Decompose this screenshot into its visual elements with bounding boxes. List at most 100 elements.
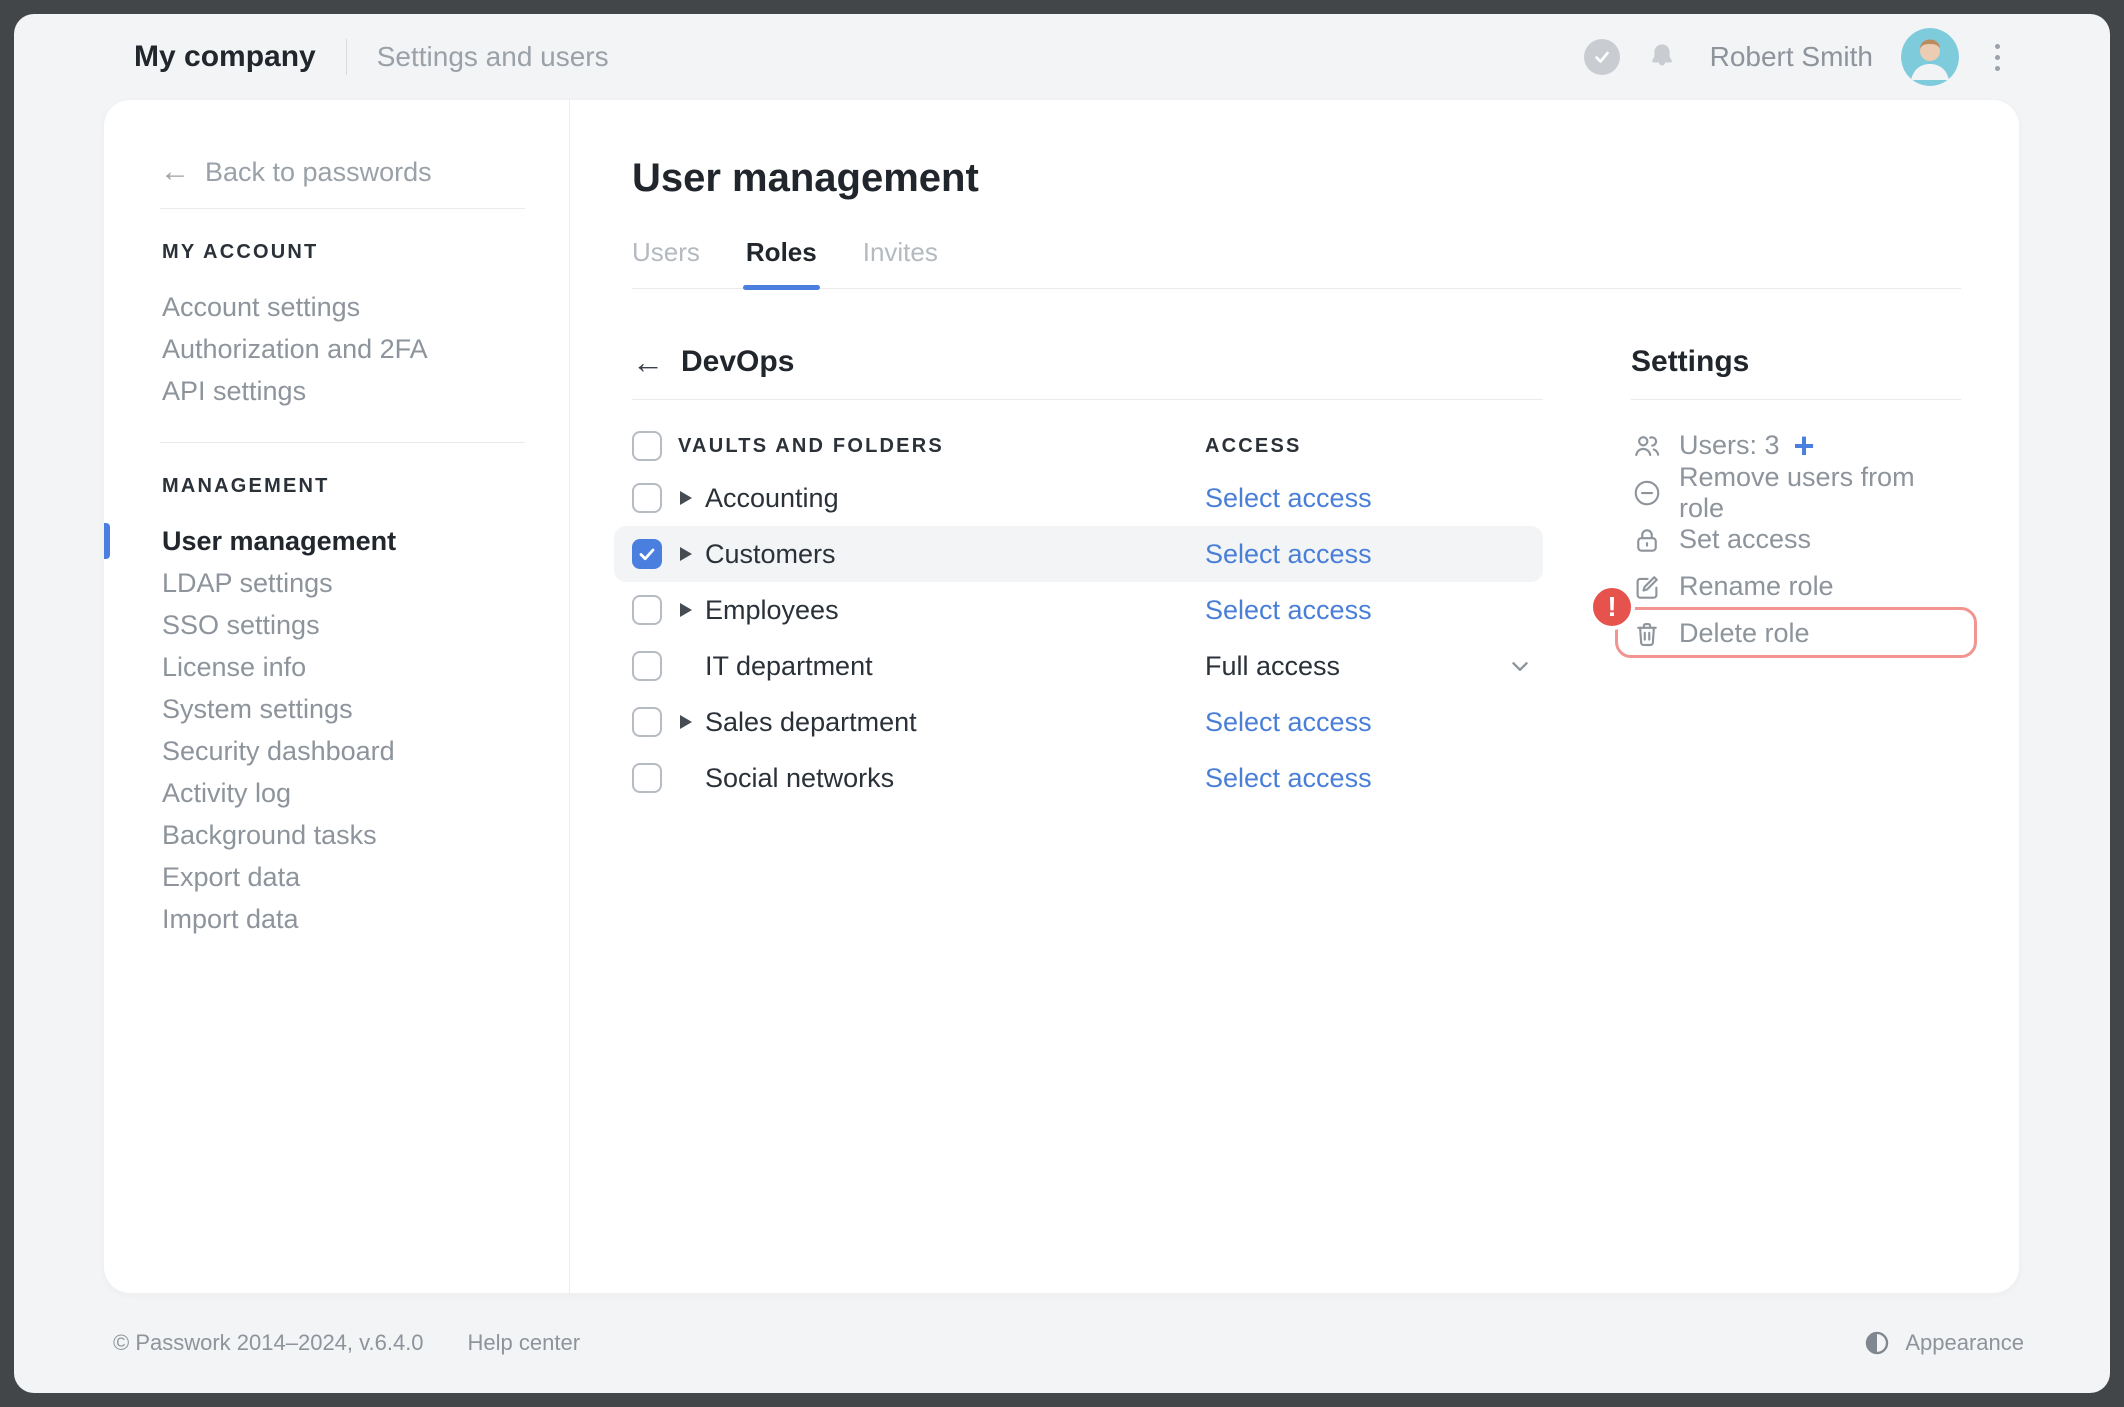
delete-role-label: Delete role bbox=[1679, 618, 1810, 649]
sidebar-item-activity-log[interactable]: Activity log bbox=[104, 772, 569, 814]
table-row[interactable]: Sales department Select access bbox=[632, 694, 1543, 750]
vault-name: Employees bbox=[705, 595, 839, 626]
select-access-link[interactable]: Select access bbox=[1205, 595, 1372, 626]
table-row[interactable]: Accounting Select access bbox=[632, 470, 1543, 526]
sidebar: ← Back to passwords MY ACCOUNT Account s… bbox=[104, 100, 570, 1293]
set-access-action[interactable]: Set access bbox=[1631, 516, 1961, 563]
row-checkbox[interactable] bbox=[632, 707, 662, 737]
back-to-passwords-link[interactable]: ← Back to passwords bbox=[104, 152, 569, 192]
tab-users[interactable]: Users bbox=[632, 237, 700, 288]
settings-header: Settings bbox=[1631, 341, 1961, 383]
row-checkbox[interactable] bbox=[632, 651, 662, 681]
sidebar-heading-management: MANAGEMENT bbox=[104, 475, 569, 498]
settings-title: Settings bbox=[1631, 345, 1749, 379]
vaults-column: ← DevOps VAULTS AND FOLDERS ACCESS Accou… bbox=[632, 341, 1543, 806]
sidebar-divider bbox=[160, 442, 525, 443]
row-checkbox[interactable] bbox=[632, 539, 662, 569]
appearance-toggle[interactable]: Appearance bbox=[1863, 1329, 2024, 1357]
select-access-link[interactable]: Select access bbox=[1205, 763, 1372, 794]
sidebar-item-ldap-settings[interactable]: LDAP settings bbox=[104, 562, 569, 604]
row-checkbox[interactable] bbox=[632, 595, 662, 625]
select-access-link[interactable]: Select access bbox=[1205, 707, 1372, 738]
minus-circle-icon bbox=[1631, 478, 1663, 508]
select-all-checkbox[interactable] bbox=[632, 431, 662, 461]
table-row[interactable]: Customers Select access bbox=[614, 526, 1543, 582]
rename-icon bbox=[1631, 572, 1663, 602]
role-name: DevOps bbox=[681, 345, 794, 379]
table-row[interactable]: Social networks Select access bbox=[632, 750, 1543, 806]
remove-users-action[interactable]: Remove users from role bbox=[1631, 469, 1961, 516]
app-window: My company Settings and users Robert Smi… bbox=[14, 14, 2110, 1393]
appearance-label: Appearance bbox=[1905, 1330, 2024, 1356]
kebab-menu-icon[interactable] bbox=[1989, 38, 2006, 77]
sidebar-item-background-tasks[interactable]: Background tasks bbox=[104, 814, 569, 856]
sidebar-item-import-data[interactable]: Import data bbox=[104, 898, 569, 940]
delete-role-action[interactable]: ! Delete role bbox=[1631, 610, 1961, 657]
sidebar-heading-my-account: MY ACCOUNT bbox=[104, 241, 569, 264]
user-name[interactable]: Robert Smith bbox=[1710, 41, 1873, 73]
sidebar-item-license-info[interactable]: License info bbox=[104, 646, 569, 688]
expand-triangle-icon[interactable] bbox=[680, 715, 692, 729]
role-back-arrow-icon[interactable]: ← bbox=[632, 346, 664, 378]
set-access-label: Set access bbox=[1679, 524, 1811, 555]
sidebar-item-authorization-2fa[interactable]: Authorization and 2FA bbox=[104, 328, 569, 370]
add-user-icon[interactable]: + bbox=[1794, 428, 1815, 464]
sidebar-list-management: User management LDAP settings SSO settin… bbox=[104, 520, 569, 940]
vault-name: Sales department bbox=[705, 707, 917, 738]
page-title: User management bbox=[632, 156, 1961, 201]
row-checkbox[interactable] bbox=[632, 483, 662, 513]
table-header: VAULTS AND FOLDERS ACCESS bbox=[632, 422, 1543, 470]
topbar-divider bbox=[346, 39, 347, 75]
role-divider bbox=[632, 399, 1543, 400]
main-panel: User management Users Roles Invites ← De… bbox=[570, 100, 2019, 1293]
tab-roles[interactable]: Roles bbox=[746, 237, 817, 288]
sidebar-item-security-dashboard[interactable]: Security dashboard bbox=[104, 730, 569, 772]
table-row[interactable]: Employees Select access bbox=[632, 582, 1543, 638]
column-header-access: ACCESS bbox=[1205, 435, 1302, 458]
sidebar-item-api-settings[interactable]: API settings bbox=[104, 370, 569, 412]
footer: © Passwork 2014–2024, v.6.4.0 Help cente… bbox=[14, 1293, 2110, 1393]
topbar: My company Settings and users Robert Smi… bbox=[14, 14, 2110, 100]
content-card: ← Back to passwords MY ACCOUNT Account s… bbox=[104, 100, 2019, 1293]
tabs: Users Roles Invites bbox=[632, 237, 1961, 289]
row-checkbox[interactable] bbox=[632, 763, 662, 793]
status-check-icon[interactable] bbox=[1584, 39, 1620, 75]
remove-users-label: Remove users from role bbox=[1679, 462, 1961, 524]
topbar-actions: Robert Smith bbox=[1584, 28, 2006, 86]
vault-name: Customers bbox=[705, 539, 836, 570]
sidebar-list-my-account: Account settings Authorization and 2FA A… bbox=[104, 286, 569, 412]
company-name: My company bbox=[134, 40, 316, 74]
sidebar-item-user-management[interactable]: User management bbox=[104, 520, 569, 562]
rename-role-action[interactable]: Rename role bbox=[1631, 563, 1961, 610]
alert-exclamation-icon: ! bbox=[1589, 584, 1635, 630]
expand-triangle-icon[interactable] bbox=[680, 491, 692, 505]
sidebar-item-sso-settings[interactable]: SSO settings bbox=[104, 604, 569, 646]
users-count-label: Users: 3 bbox=[1679, 430, 1780, 461]
topbar-context: Settings and users bbox=[377, 41, 609, 73]
table-row[interactable]: IT department Full access bbox=[632, 638, 1543, 694]
help-center-link[interactable]: Help center bbox=[468, 1330, 581, 1356]
expand-triangle-icon[interactable] bbox=[680, 603, 692, 617]
roles-content: ← DevOps VAULTS AND FOLDERS ACCESS Accou… bbox=[632, 341, 1961, 806]
notifications-bell-icon[interactable] bbox=[1646, 41, 1678, 73]
expand-triangle-icon[interactable] bbox=[680, 547, 692, 561]
select-access-link[interactable]: Select access bbox=[1205, 483, 1372, 514]
vault-name: Social networks bbox=[705, 763, 894, 794]
access-value[interactable]: Full access bbox=[1205, 651, 1340, 682]
avatar[interactable] bbox=[1901, 28, 1959, 86]
column-header-vaults: VAULTS AND FOLDERS bbox=[678, 435, 944, 458]
sidebar-item-account-settings[interactable]: Account settings bbox=[104, 286, 569, 328]
sidebar-item-export-data[interactable]: Export data bbox=[104, 856, 569, 898]
sidebar-item-system-settings[interactable]: System settings bbox=[104, 688, 569, 730]
role-header: ← DevOps bbox=[632, 341, 1543, 383]
lock-icon bbox=[1631, 525, 1663, 555]
select-access-link[interactable]: Select access bbox=[1205, 539, 1372, 570]
vault-name: Accounting bbox=[705, 483, 839, 514]
copyright: © Passwork 2014–2024, v.6.4.0 bbox=[113, 1330, 424, 1356]
users-icon bbox=[1631, 431, 1663, 461]
back-label: Back to passwords bbox=[205, 157, 432, 188]
vault-name: IT department bbox=[705, 651, 873, 682]
tab-invites[interactable]: Invites bbox=[863, 237, 938, 288]
chevron-down-icon[interactable] bbox=[1507, 653, 1533, 679]
trash-icon bbox=[1631, 619, 1663, 649]
